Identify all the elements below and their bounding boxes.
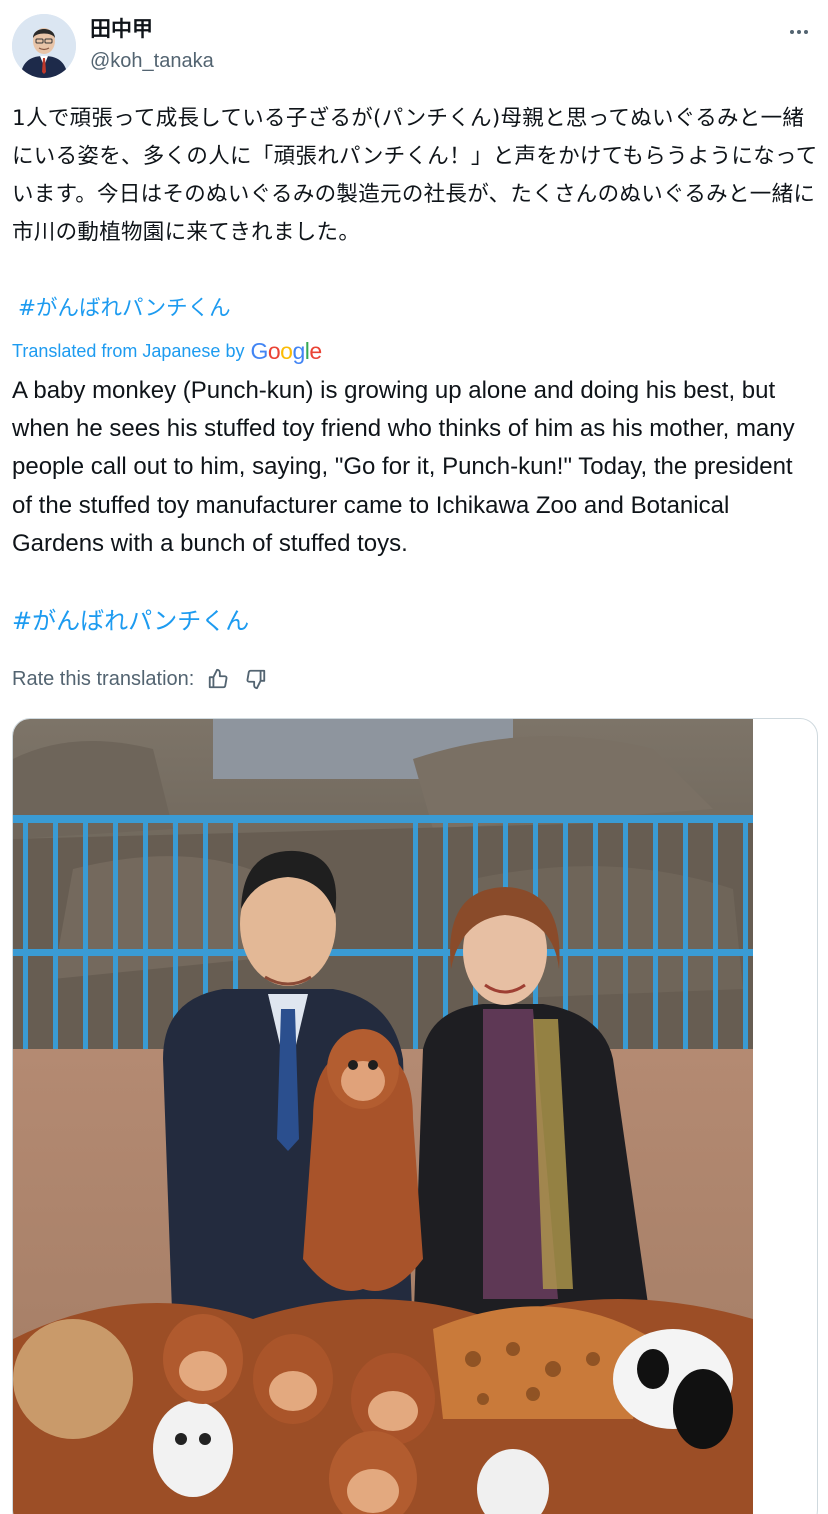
author-display-name[interactable]: 田中甲 (90, 16, 153, 42)
thumbs-up-icon[interactable] (204, 665, 232, 693)
translation-attribution[interactable]: Translated from Japanese by Google (12, 336, 322, 366)
rate-translation: Rate this translation: (12, 664, 270, 694)
photo (13, 719, 753, 1514)
post-text: 1人で頑張って成長している子ざるが(パンチくん)母親と思ってぬいぐるみと一緒にい… (12, 106, 818, 245)
translated-hashtag-link[interactable]: #がんばれパンチくん (12, 602, 249, 640)
post-header: 田中甲 @koh_tanaka (0, 0, 828, 90)
avatar[interactable] (12, 14, 76, 78)
translated-from-label: Translated from Japanese by (12, 340, 245, 361)
translated-text: A baby monkey (Punch-kun) is growing up … (12, 377, 795, 557)
google-logo: Google (250, 337, 322, 364)
thumbs-down-icon[interactable] (242, 665, 270, 693)
more-icon[interactable] (784, 22, 814, 42)
hashtag-link[interactable]: #がんばれパンチくん (18, 290, 231, 328)
author-handle[interactable]: @koh_tanaka (90, 48, 214, 74)
media-photo[interactable] (12, 718, 818, 1514)
rate-translation-label: Rate this translation: (12, 667, 195, 690)
